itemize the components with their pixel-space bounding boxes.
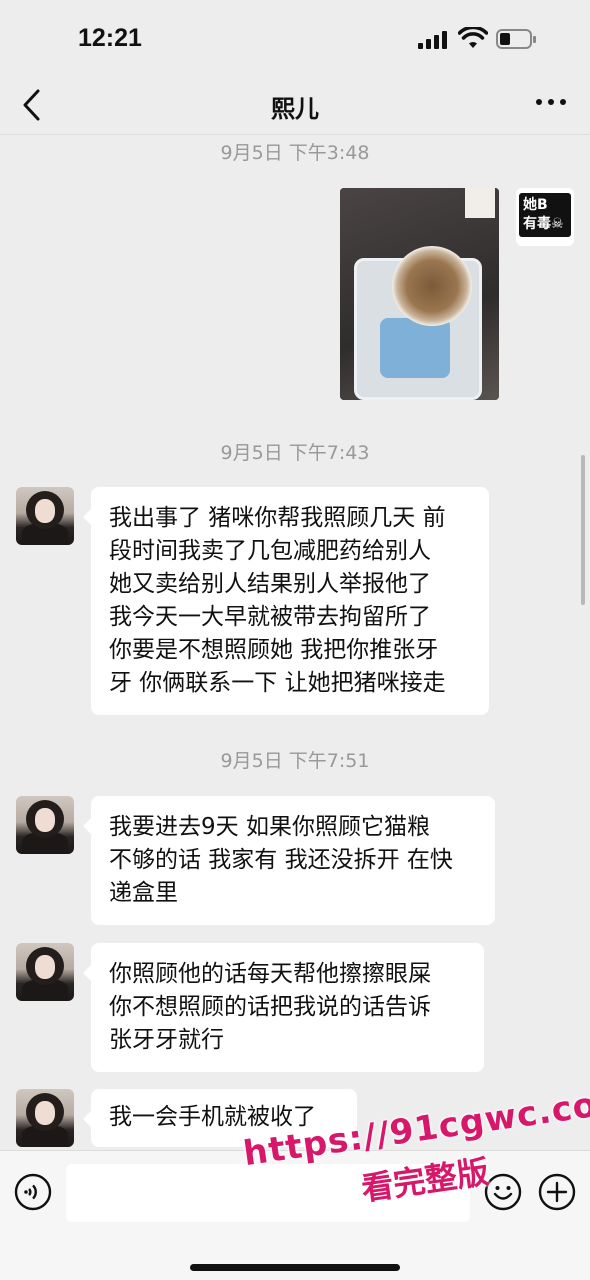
home-indicator [190,1264,400,1271]
cellular-signal-icon [418,31,450,49]
timestamp: 9月5日 下午7:43 [220,442,370,464]
message-bubble[interactable]: 你照顾他的话每天帮他擦擦眼屎 你不想照顾的话把我说的话告诉 张牙牙就行 [83,943,484,1072]
contact-avatar[interactable] [16,943,74,1001]
contact-avatar[interactable] [16,1089,74,1147]
chat-header: 熙儿 [0,75,590,135]
image-message[interactable] [340,188,499,400]
more-icon[interactable] [536,99,566,109]
avatar-text: 她B 有毒☠ [519,193,571,237]
status-time: 12:21 [78,24,142,52]
message-bubble[interactable]: 我要进去9天 如果你照顾它猫粮 不够的话 我家有 我还没拆开 在快 递盒里 [83,796,495,925]
chat-title: 熙儿 [271,95,319,123]
voice-icon[interactable] [14,1173,52,1211]
battery-icon [496,29,536,49]
message-bubble[interactable]: 我出事了 猪咪你帮我照顾几天 前 段时间我卖了几包减肥药给别人 她又卖给别人结果… [83,487,489,715]
scrollbar[interactable] [581,455,585,605]
timestamp: 9月5日 下午7:51 [220,750,370,772]
timestamp: 9月5日 下午3:48 [220,142,370,164]
contact-avatar[interactable] [16,796,74,854]
my-avatar[interactable]: 她B 有毒☠ [516,188,574,246]
contact-avatar[interactable] [16,487,74,545]
wifi-icon [458,27,488,48]
status-bar: 12:21 [0,0,590,75]
